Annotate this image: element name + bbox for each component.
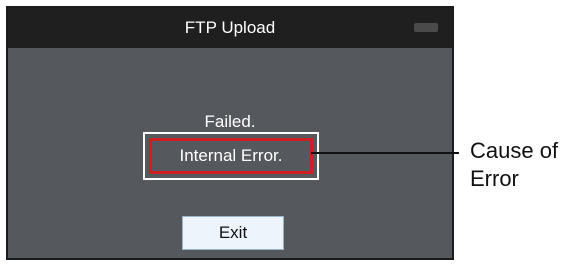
- callout-line-1: Cause of: [470, 138, 559, 163]
- window-title: FTP Upload: [184, 18, 276, 37]
- error-message-text: Internal Error.: [179, 146, 283, 165]
- cause-of-error-callout: Cause of Error: [470, 137, 582, 193]
- exit-button[interactable]: Exit: [182, 216, 284, 250]
- error-message-box: Internal Error.: [149, 138, 313, 174]
- title-bar: FTP Upload: [8, 8, 452, 48]
- ftp-upload-screen: FTP Upload Failed. Internal Error. Exit: [6, 6, 454, 260]
- battery-icon: [414, 23, 438, 32]
- callout-line-2: Error: [470, 166, 519, 191]
- failed-status-text: Failed.: [204, 112, 256, 131]
- callout-line: [311, 152, 459, 154]
